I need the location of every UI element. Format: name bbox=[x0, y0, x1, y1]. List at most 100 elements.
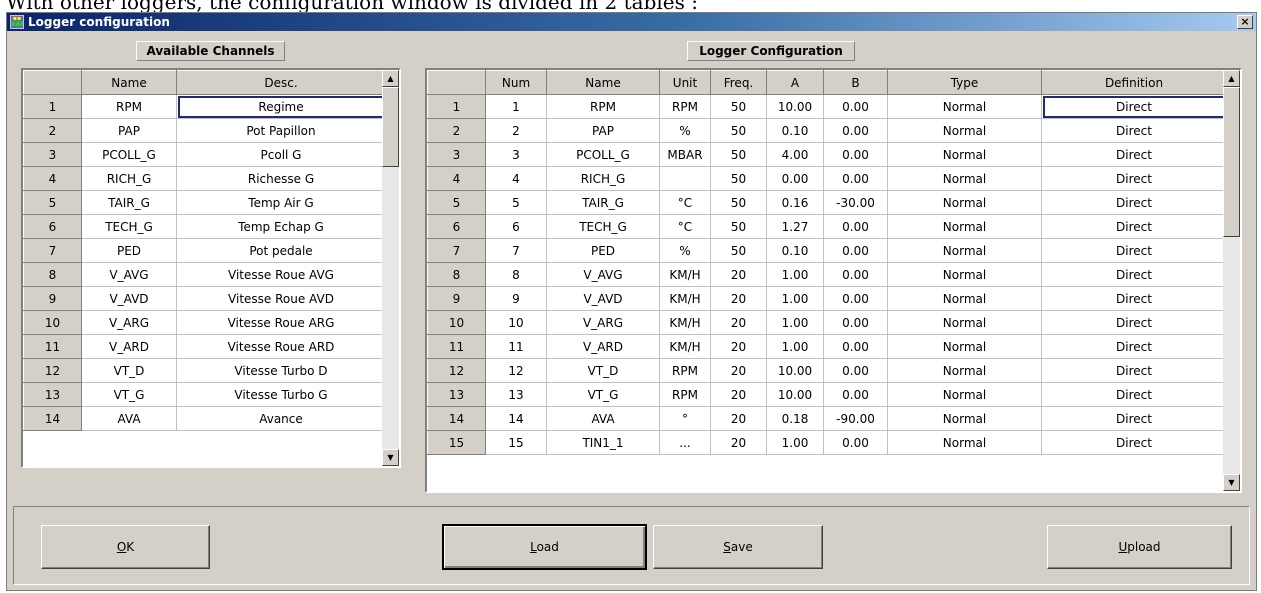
scroll-thumb[interactable] bbox=[382, 87, 399, 167]
table-cell[interactable]: 10.00 bbox=[766, 358, 824, 383]
row-number[interactable]: 15 bbox=[427, 430, 486, 455]
table-cell[interactable]: 1 bbox=[485, 94, 547, 119]
row-number[interactable]: 4 bbox=[23, 166, 82, 191]
table-cell[interactable]: Normal bbox=[887, 118, 1042, 143]
row-number[interactable]: 7 bbox=[23, 238, 82, 263]
table-cell[interactable]: VT_G bbox=[81, 382, 177, 407]
table-cell[interactable]: Normal bbox=[887, 190, 1042, 215]
table-row[interactable]: 9 9 V_AVD KM/H 20 1.00 0.00 Normal Direct bbox=[427, 286, 1227, 311]
table-cell[interactable]: Direct bbox=[1041, 94, 1227, 119]
scroll-down-arrow-icon[interactable]: ▼ bbox=[382, 449, 399, 466]
table-cell[interactable]: Vitesse Turbo D bbox=[176, 358, 386, 383]
table-cell[interactable]: Direct bbox=[1041, 334, 1227, 359]
row-number[interactable]: 3 bbox=[427, 142, 486, 167]
table-cell[interactable]: 50 bbox=[710, 238, 767, 263]
row-number[interactable]: 11 bbox=[23, 334, 82, 359]
table-cell[interactable]: 0.00 bbox=[823, 238, 888, 263]
table-cell[interactable]: V_ARG bbox=[546, 310, 660, 335]
table-cell[interactable]: Normal bbox=[887, 382, 1042, 407]
table-cell[interactable]: Temp Echap G bbox=[176, 214, 386, 239]
table-cell[interactable]: Normal bbox=[887, 238, 1042, 263]
table-cell[interactable]: 13 bbox=[485, 382, 547, 407]
table-cell[interactable]: Direct bbox=[1041, 214, 1227, 239]
table-cell[interactable]: AVA bbox=[81, 406, 177, 431]
table-cell[interactable]: 0.00 bbox=[823, 214, 888, 239]
table-cell[interactable]: Direct bbox=[1041, 406, 1227, 431]
row-number[interactable]: 12 bbox=[427, 358, 486, 383]
table-cell[interactable]: 7 bbox=[485, 238, 547, 263]
table-cell[interactable]: Normal bbox=[887, 262, 1042, 287]
table-cell[interactable]: °C bbox=[659, 190, 711, 215]
logger-column-header[interactable]: Num bbox=[485, 70, 547, 95]
table-cell[interactable]: 0.00 bbox=[823, 142, 888, 167]
table-cell[interactable]: VT_D bbox=[81, 358, 177, 383]
row-number[interactable]: 10 bbox=[427, 310, 486, 335]
table-cell[interactable]: TAIR_G bbox=[81, 190, 177, 215]
table-cell[interactable]: RICH_G bbox=[546, 166, 660, 191]
logger-column-header[interactable]: A bbox=[766, 70, 824, 95]
table-cell[interactable]: Direct bbox=[1041, 430, 1227, 455]
table-cell[interactable]: 10.00 bbox=[766, 94, 824, 119]
table-cell[interactable]: MBAR bbox=[659, 142, 711, 167]
row-number[interactable]: 9 bbox=[427, 286, 486, 311]
logger-column-header[interactable]: Definition bbox=[1041, 70, 1227, 95]
table-cell[interactable]: 3 bbox=[485, 142, 547, 167]
table-cell[interactable]: Direct bbox=[1041, 166, 1227, 191]
row-number[interactable]: 8 bbox=[23, 262, 82, 287]
table-cell[interactable]: 0.10 bbox=[766, 118, 824, 143]
table-cell[interactable]: 1.27 bbox=[766, 214, 824, 239]
table-cell[interactable]: V_AVD bbox=[81, 286, 177, 311]
table-cell[interactable]: 20 bbox=[710, 358, 767, 383]
table-cell[interactable]: Vitesse Roue ARD bbox=[176, 334, 386, 359]
table-cell[interactable]: KM/H bbox=[659, 286, 711, 311]
table-cell[interactable]: PAP bbox=[81, 118, 177, 143]
row-number[interactable]: 13 bbox=[427, 382, 486, 407]
table-cell[interactable]: 15 bbox=[485, 430, 547, 455]
table-cell[interactable]: RPM bbox=[81, 94, 177, 119]
table-cell[interactable]: 4.00 bbox=[766, 142, 824, 167]
table-cell[interactable]: 0.00 bbox=[823, 286, 888, 311]
ok-button[interactable]: OK bbox=[41, 525, 210, 569]
table-row[interactable]: 2 2 PAP% 50 0.10 0.00 Normal Direct bbox=[427, 118, 1227, 143]
scroll-up-arrow-icon[interactable]: ▲ bbox=[382, 70, 399, 87]
available-column-header[interactable]: Name bbox=[81, 70, 177, 95]
table-cell[interactable]: V_AVD bbox=[546, 286, 660, 311]
logger-column-header[interactable]: Type bbox=[887, 70, 1042, 95]
row-number[interactable]: 8 bbox=[427, 262, 486, 287]
table-row[interactable]: 13 13 VT_G RPM 20 10.00 0.00 Normal Direct bbox=[427, 382, 1227, 407]
table-cell[interactable]: 50 bbox=[710, 118, 767, 143]
table-cell[interactable]: Temp Air G bbox=[176, 190, 386, 215]
table-cell[interactable]: Normal bbox=[887, 214, 1042, 239]
table-cell[interactable]: % bbox=[659, 118, 711, 143]
table-row[interactable]: 5 5 TAIR_G °C 50 0.16 -30.00 Normal Direct bbox=[427, 190, 1227, 215]
table-cell[interactable]: ... bbox=[659, 430, 711, 455]
table-cell[interactable]: 0.00 bbox=[823, 310, 888, 335]
table-cell[interactable]: Direct bbox=[1041, 358, 1227, 383]
table-cell[interactable]: Normal bbox=[887, 358, 1042, 383]
row-number[interactable]: 9 bbox=[23, 286, 82, 311]
table-cell[interactable]: 0.00 bbox=[823, 118, 888, 143]
table-cell[interactable]: Normal bbox=[887, 286, 1042, 311]
table-cell[interactable]: TAIR_G bbox=[546, 190, 660, 215]
available-column-header[interactable]: Desc. bbox=[176, 70, 386, 95]
table-cell[interactable]: -30.00 bbox=[823, 190, 888, 215]
table-cell[interactable]: 1.00 bbox=[766, 430, 824, 455]
table-cell[interactable]: KM/H bbox=[659, 334, 711, 359]
table-cell[interactable]: 20 bbox=[710, 430, 767, 455]
table-cell[interactable]: 50 bbox=[710, 190, 767, 215]
row-number[interactable]: 10 bbox=[23, 310, 82, 335]
table-row[interactable]: 11 V_ARD Vitesse Roue ARD bbox=[23, 334, 386, 359]
table-cell[interactable]: Direct bbox=[1041, 286, 1227, 311]
row-number[interactable]: 2 bbox=[23, 118, 82, 143]
table-cell[interactable]: TECH_G bbox=[81, 214, 177, 239]
table-row[interactable]: 6 6 TECH_G °C 50 1.27 0.00 Normal Direct bbox=[427, 214, 1227, 239]
table-cell[interactable]: Pot Papillon bbox=[176, 118, 386, 143]
table-cell[interactable]: °C bbox=[659, 214, 711, 239]
table-cell[interactable]: 4 bbox=[485, 166, 547, 191]
table-cell[interactable]: TIN1_1 bbox=[546, 430, 660, 455]
table-cell[interactable]: Regime bbox=[176, 94, 386, 119]
table-cell[interactable]: VT_D bbox=[546, 358, 660, 383]
table-cell[interactable]: -90.00 bbox=[823, 406, 888, 431]
table-cell[interactable]: 0.00 bbox=[823, 382, 888, 407]
table-cell[interactable]: 9 bbox=[485, 286, 547, 311]
